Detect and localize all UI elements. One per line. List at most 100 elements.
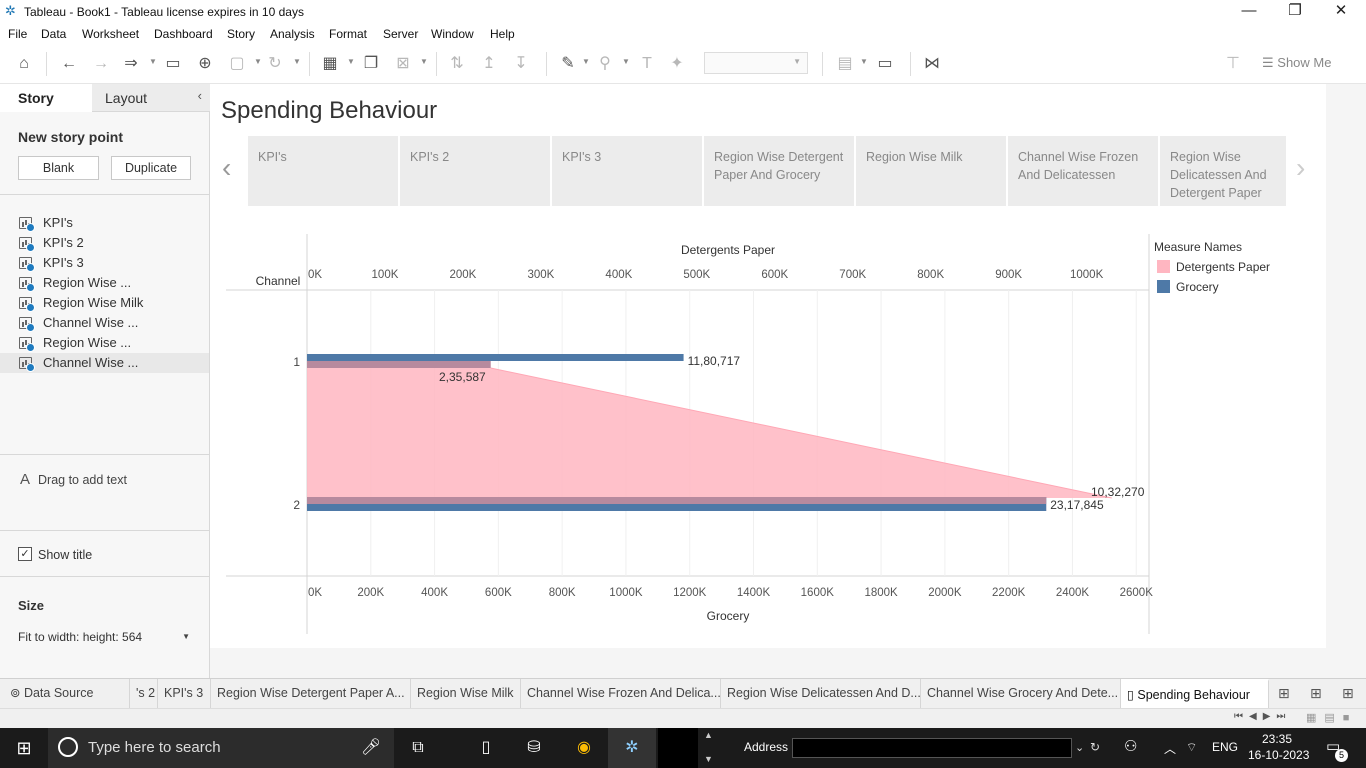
story-point-item[interactable]: Channel Wise ... — [0, 353, 209, 373]
story-point-card[interactable]: Channel Wise Frozen And Delicatessen — [1008, 136, 1158, 206]
sheet-tab[interactable]: Region Wise Detergent Paper A... — [211, 679, 411, 708]
chevron-down-icon[interactable]: ▼ — [420, 57, 428, 66]
menu-file[interactable]: File — [8, 27, 27, 41]
new-data-source-icon[interactable]: ⊕ — [194, 53, 216, 75]
previous-story-point-arrow[interactable]: ‹ — [222, 152, 231, 184]
menu-format[interactable]: Format — [329, 27, 367, 41]
new-dashboard-tab-icon[interactable]: ⊞ — [1310, 685, 1322, 702]
tab-story[interactable]: Story — [0, 84, 92, 112]
show-cards-icon[interactable]: ▤ — [834, 53, 856, 75]
menu-worksheet[interactable]: Worksheet — [82, 27, 139, 41]
blank-app-icon[interactable] — [658, 728, 698, 768]
duplicate-sheet-icon[interactable]: ❐ — [360, 53, 382, 75]
tab-data-source[interactable]: ⊚ Data Source — [0, 679, 130, 708]
save-icon[interactable]: ▭ — [162, 53, 184, 75]
home-icon[interactable]: ⌂ — [13, 53, 35, 75]
story-point-card[interactable]: Region Wise Delicatessen And Detergent P… — [1160, 136, 1286, 206]
sheet-tab[interactable]: Channel Wise Grocery And Dete... — [921, 679, 1121, 708]
restore-button[interactable]: ❐ — [1272, 0, 1318, 24]
menu-window[interactable]: Window — [431, 27, 474, 41]
chevron-down-icon[interactable]: ⌄ — [1075, 741, 1084, 754]
chevron-down-icon[interactable]: ▼ — [582, 57, 590, 66]
sort-descending-icon[interactable]: ↧ — [510, 53, 532, 75]
text-label-icon[interactable]: T — [636, 53, 658, 75]
menu-data[interactable]: Data — [41, 27, 66, 41]
paste-icon[interactable]: ▢ — [226, 53, 248, 75]
presentation-icon[interactable]: ▭ — [874, 53, 896, 75]
store-icon[interactable]: ⛁ — [510, 728, 558, 768]
clock-time[interactable]: 23:35 — [1262, 732, 1292, 746]
swap-icon[interactable]: ⇒ — [120, 53, 142, 75]
close-button[interactable]: ✕ — [1318, 0, 1364, 24]
undo-icon[interactable]: ← — [58, 53, 80, 75]
task-view-icon[interactable]: ⧉ — [394, 728, 442, 768]
sheet-tab[interactable]: Region Wise Milk — [411, 679, 521, 708]
redo-icon[interactable]: → — [90, 53, 112, 75]
story-point-card[interactable]: KPI's 3 — [552, 136, 702, 206]
swap-rows-icon[interactable]: ⇅ — [446, 53, 468, 75]
clock-date[interactable]: 16-10-2023 — [1248, 748, 1309, 762]
chevron-down-icon[interactable]: ▼ — [347, 57, 355, 66]
tableau-taskbar-icon[interactable]: ✲ — [608, 728, 656, 768]
sheet-tab[interactable]: 's 2 — [130, 679, 158, 708]
story-point-item[interactable]: Region Wise ... — [0, 333, 209, 353]
story-point-card[interactable]: Region Wise Milk — [856, 136, 1006, 206]
new-story-tab-icon[interactable]: ⊞ — [1342, 685, 1354, 702]
fit-dropdown[interactable]: ▼ — [704, 52, 808, 74]
refresh-icon[interactable]: ↻ — [264, 53, 286, 75]
go-icon[interactable]: ↻ — [1090, 740, 1100, 754]
menu-story[interactable]: Story — [227, 27, 255, 41]
size-select[interactable]: Fit to width: height: 564 ▼ — [18, 630, 194, 644]
show-title-checkbox[interactable]: ✓ — [18, 547, 32, 561]
story-point-item[interactable]: KPI's 2 — [0, 233, 209, 253]
chevron-up-icon[interactable]: ︿ — [1164, 740, 1176, 757]
chevron-down-icon[interactable]: ▼ — [254, 57, 262, 66]
legend-item-detergents-paper[interactable]: Detergents Paper — [1157, 260, 1270, 274]
chevron-down-icon[interactable]: ▼ — [622, 57, 630, 66]
file-explorer-icon[interactable]: ▯ — [462, 728, 510, 768]
story-point-item[interactable]: KPI's — [0, 213, 209, 233]
network-icon[interactable]: ⌔ — [1186, 740, 1197, 755]
chevron-down-icon[interactable]: ▼ — [704, 754, 713, 764]
sheet-tab[interactable]: Region Wise Delicatessen And D... — [721, 679, 921, 708]
story-point-card[interactable]: KPI's 2 — [400, 136, 550, 206]
windows-start-icon[interactable]: ⊞ — [0, 728, 48, 768]
duplicate-button[interactable]: Duplicate — [111, 156, 191, 180]
show-me-button[interactable]: ☰ Show Me — [1262, 55, 1331, 71]
attach-icon[interactable]: ⚲ — [594, 53, 616, 75]
chevron-up-icon[interactable]: ▲ — [704, 730, 713, 740]
tab-layout[interactable]: Layout ‹ — [92, 84, 210, 112]
sheet-tab[interactable]: Channel Wise Frozen And Delica... — [521, 679, 721, 708]
taskbar-search[interactable]: Type here to search — [48, 728, 394, 768]
sheet-tab-active[interactable]: ▯ Spending Behaviour — [1121, 679, 1269, 708]
chrome-icon[interactable]: ◉ — [560, 728, 608, 768]
story-point-item[interactable]: Region Wise ... — [0, 273, 209, 293]
story-point-card[interactable]: KPI's — [248, 136, 398, 206]
language-indicator[interactable]: ENG — [1212, 740, 1238, 754]
pin-icon[interactable]: ✦ — [666, 53, 688, 75]
chevron-down-icon[interactable]: ▼ — [293, 57, 301, 66]
menu-server[interactable]: Server — [383, 27, 418, 41]
format-painter-icon[interactable]: ⊤ — [1222, 53, 1244, 75]
menu-analysis[interactable]: Analysis — [270, 27, 315, 41]
sort-ascending-icon[interactable]: ↥ — [478, 53, 500, 75]
microphone-icon[interactable]: 🎤︎ — [348, 728, 394, 768]
story-point-item[interactable]: Channel Wise ... — [0, 313, 209, 333]
new-worksheet-tab-icon[interactable]: ⊞ — [1278, 685, 1290, 702]
story-point-item[interactable]: KPI's 3 — [0, 253, 209, 273]
drag-to-add-text[interactable]: A Drag to add text — [20, 471, 127, 488]
legend-item-grocery[interactable]: Grocery — [1157, 280, 1219, 294]
chevron-down-icon[interactable]: ▼ — [860, 57, 868, 66]
story-point-item[interactable]: Region Wise Milk — [0, 293, 209, 313]
menu-help[interactable]: Help — [490, 27, 515, 41]
story-point-card[interactable]: Region Wise Detergent Paper And Grocery — [704, 136, 854, 206]
chevron-down-icon[interactable]: ▼ — [149, 57, 157, 66]
address-input[interactable]: ⌄ ↻ — [792, 738, 1100, 758]
next-story-point-arrow[interactable]: › — [1296, 152, 1305, 184]
menu-dashboard[interactable]: Dashboard — [154, 27, 213, 41]
minimize-button[interactable]: — — [1226, 0, 1272, 24]
new-worksheet-icon[interactable]: ▦ — [319, 53, 341, 75]
sheet-tab[interactable]: KPI's 3 — [158, 679, 211, 708]
sheet-nav-arrows[interactable]: ⏮◀▶⏭ — [1234, 711, 1291, 722]
highlight-icon[interactable]: ✎ — [557, 53, 579, 75]
